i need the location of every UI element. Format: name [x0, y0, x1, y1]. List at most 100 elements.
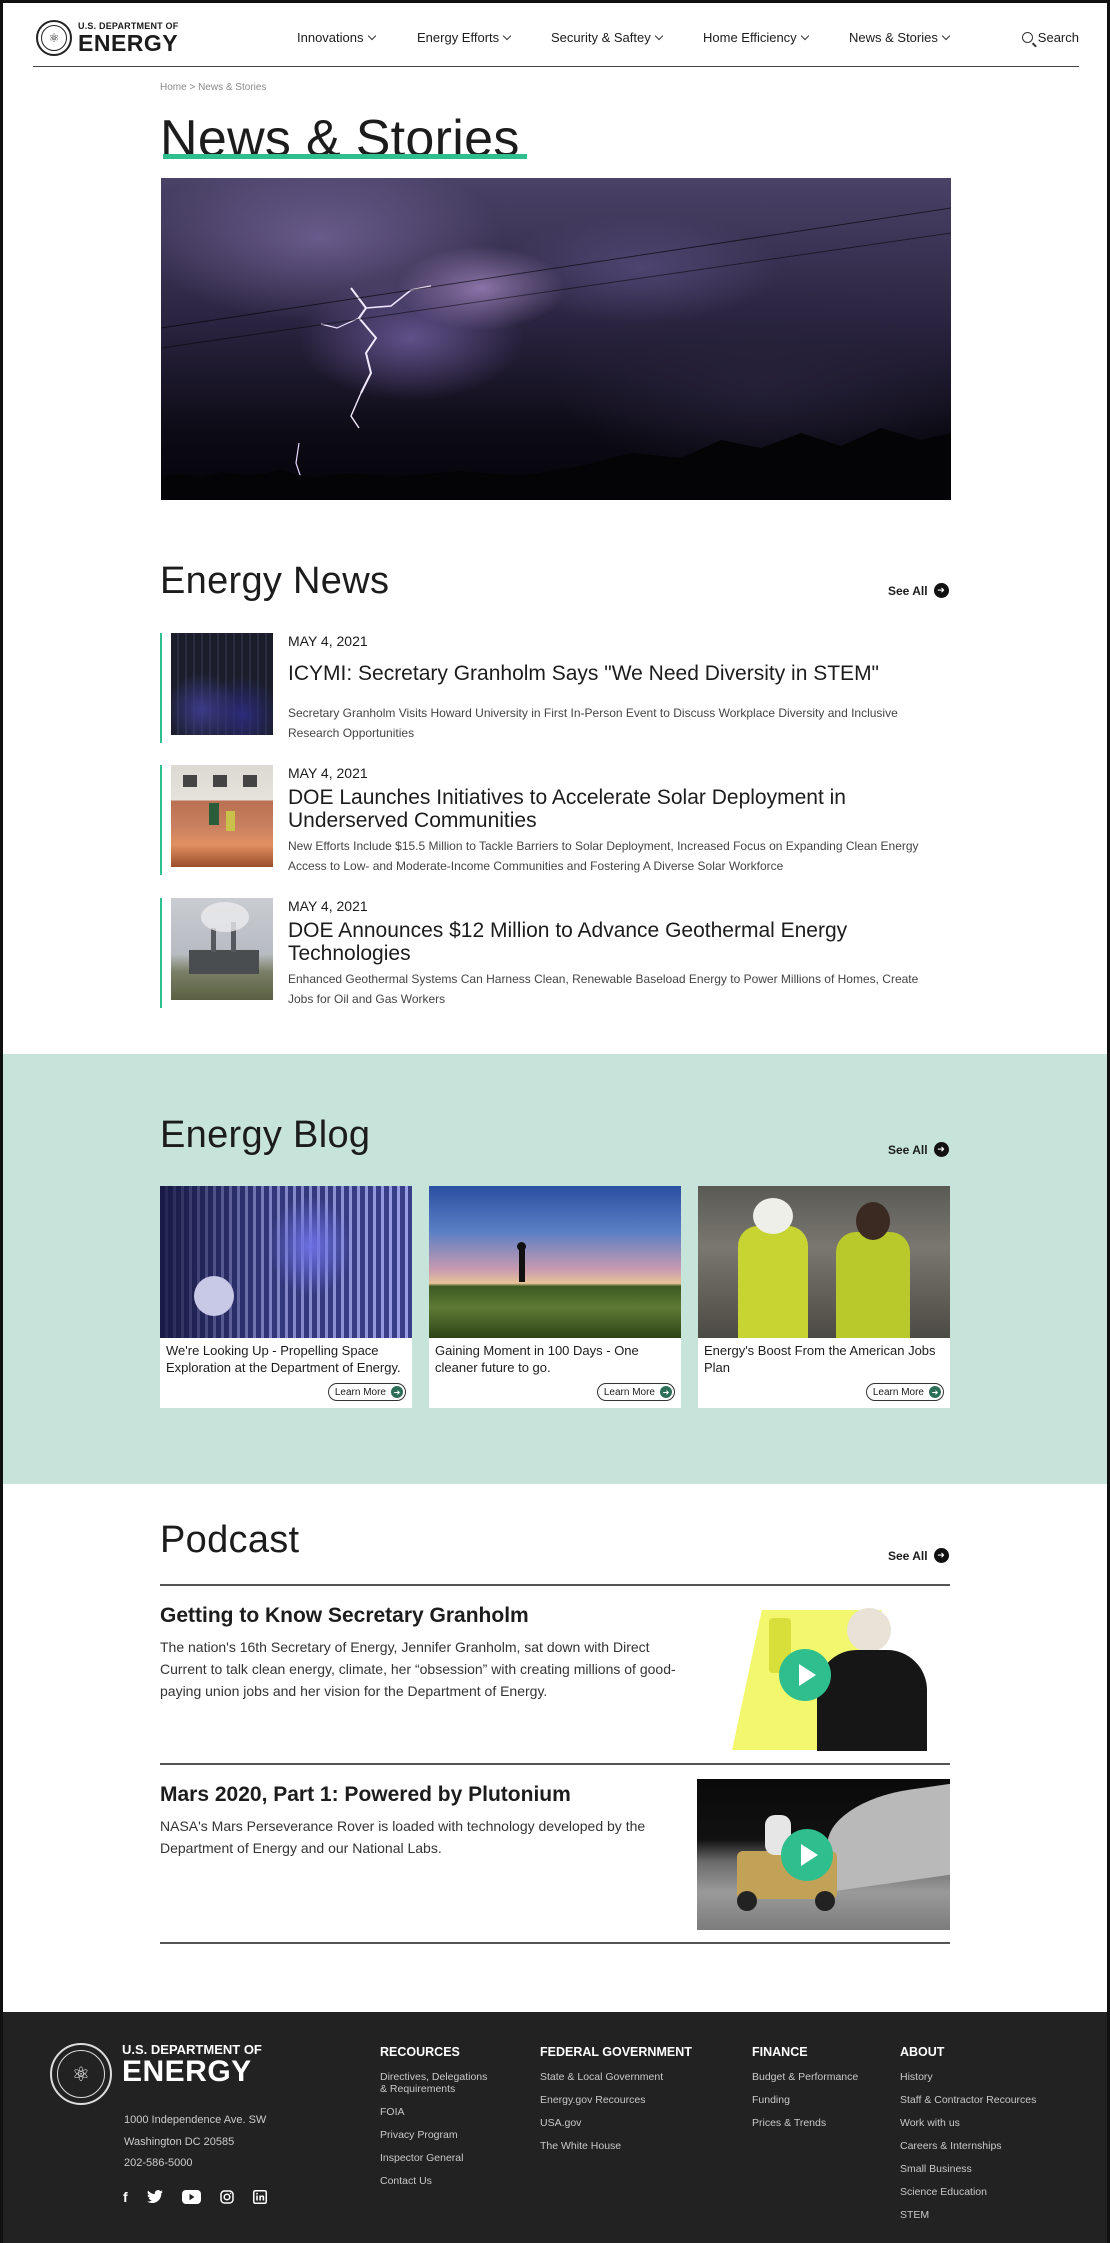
footer-column-finance: FINANCE Budget & Performance Funding Pri…: [752, 2045, 858, 2140]
podcast-episode-description: NASA's Mars Perseverance Rover is loaded…: [160, 1818, 646, 1856]
nav-item-energy-efforts[interactable]: Energy Efforts: [417, 30, 512, 45]
smokestack-shape: [211, 928, 216, 952]
news-date: MAY 4, 2021: [288, 633, 368, 649]
footer-logo-big-text: ENERGY: [122, 2055, 252, 2088]
news-item[interactable]: MAY 4, 2021 DOE Launches Initiatives to …: [160, 765, 950, 875]
facebook-icon[interactable]: f: [123, 2189, 128, 2205]
footer-link[interactable]: Prices & Trends: [752, 2117, 858, 2129]
linkedin-icon[interactable]: [252, 2190, 267, 2204]
footer-link[interactable]: Staff & Contractor Recources: [900, 2094, 1036, 2106]
footer-link[interactable]: The White House: [540, 2140, 692, 2152]
plant-building-shape: [189, 950, 259, 974]
youtube-icon[interactable]: [181, 2190, 201, 2204]
footer-link[interactable]: Work with us: [900, 2117, 1036, 2129]
learn-more-label: Learn More: [872, 1386, 924, 1398]
footer-link[interactable]: Budget & Performance: [752, 2071, 858, 2083]
footer-column-title: FEDERAL GOVERNMENT: [540, 2045, 692, 2059]
window-shape: [243, 775, 257, 787]
footer-link[interactable]: Energy.gov Recources: [540, 2094, 692, 2106]
window-shape: [183, 775, 197, 787]
hero-image: [161, 178, 951, 500]
blog-see-all-link[interactable]: See All ➜: [888, 1142, 949, 1157]
footer-link[interactable]: FOIA: [380, 2106, 495, 2118]
blog-card-title[interactable]: Energy's Boost From the American Jobs Pl…: [704, 1342, 944, 1376]
footer-link[interactable]: Science Education: [900, 2186, 1036, 2198]
doe-seal-icon: ⚛: [36, 20, 72, 56]
play-icon: [800, 1844, 818, 1866]
chevron-down-icon: [502, 31, 512, 40]
footer-address: 1000 Independence Ave. SW Washington DC …: [124, 2110, 266, 2175]
instagram-icon[interactable]: [219, 2190, 234, 2204]
news-thumbnail-geothermal-plant: [171, 898, 273, 1000]
address-line: Washington DC 20585: [124, 2135, 235, 2148]
twitter-icon[interactable]: [146, 2190, 163, 2204]
news-description: Enhanced Geothermal Systems Can Harness …: [288, 972, 919, 1006]
worker-figure: [226, 811, 235, 831]
news-description: New Efforts Include $15.5 Million to Tac…: [288, 839, 919, 873]
worker-head-shape: [856, 1202, 890, 1240]
arrow-right-icon: ➜: [933, 583, 949, 598]
learn-more-button[interactable]: Learn More ➜: [596, 1383, 675, 1401]
blog-card[interactable]: Gaining Moment in 100 Days - One cleaner…: [429, 1186, 681, 1408]
blog-card-title[interactable]: Gaining Moment in 100 Days - One cleaner…: [435, 1342, 675, 1376]
footer-link[interactable]: Careers & Internships: [900, 2140, 1036, 2152]
footer-link[interactable]: STEM: [900, 2209, 1036, 2221]
news-item[interactable]: MAY 4, 2021 ICYMI: Secretary Granholm Sa…: [160, 633, 950, 743]
hard-hat-shape: [753, 1198, 793, 1234]
podcast-divider: [160, 1942, 950, 1944]
worker-vest-shape: [836, 1232, 910, 1338]
footer-link[interactable]: Privacy Program: [380, 2129, 495, 2141]
podcast-episode-title[interactable]: Getting to Know Secretary Granholm: [160, 1604, 529, 1628]
play-button[interactable]: [781, 1829, 833, 1881]
footer-link[interactable]: USA.gov: [540, 2117, 692, 2129]
energy-blog-heading: Energy Blog: [160, 1114, 371, 1156]
learn-more-button[interactable]: Learn More ➜: [865, 1383, 944, 1401]
breadcrumb[interactable]: Home > News & Stories: [160, 82, 950, 93]
blog-card[interactable]: We're Looking Up - Propelling Space Expl…: [160, 1186, 412, 1408]
person-head-shape: [517, 1242, 526, 1251]
see-all-label: See All: [888, 1548, 928, 1563]
footer-link[interactable]: Inspector General: [380, 2152, 495, 2164]
blog-card[interactable]: Energy's Boost From the American Jobs Pl…: [698, 1186, 950, 1408]
arrow-right-icon: ➜: [933, 1142, 949, 1157]
nav-item-innovations[interactable]: Innovations: [297, 30, 376, 45]
lightning-storm-illustration: [161, 207, 951, 500]
footer-link[interactable]: History: [900, 2071, 1036, 2083]
footer-link[interactable]: State & Local Government: [540, 2071, 692, 2083]
rover-wheel-shape: [737, 1891, 757, 1911]
address-line: 1000 Independence Ave. SW: [124, 2114, 267, 2126]
chevron-down-icon: [941, 31, 951, 40]
nav-item-news-stories[interactable]: News & Stories: [849, 30, 951, 45]
phone-number[interactable]: 202-586-5000: [124, 2153, 266, 2175]
arrow-right-icon: ➜: [391, 1386, 403, 1398]
news-title[interactable]: DOE Announces $12 Million to Advance Geo…: [288, 919, 938, 965]
footer-link[interactable]: Directives, Delegations & Requirements: [380, 2071, 495, 2095]
play-button[interactable]: [779, 1649, 831, 1701]
podcast-thumbnail-lunar-rover[interactable]: [697, 1779, 950, 1930]
podcast-thumbnail-granholm[interactable]: [697, 1600, 950, 1751]
arrow-right-icon: ➜: [929, 1386, 941, 1398]
news-see-all-link[interactable]: See All ➜: [888, 583, 949, 598]
news-accent-bar: [160, 633, 162, 743]
podcast-divider: [160, 1584, 950, 1586]
news-thumbnail-audience: [171, 633, 273, 735]
title-underline: [163, 154, 527, 159]
learn-more-button[interactable]: Learn More ➜: [327, 1383, 406, 1401]
news-item[interactable]: MAY 4, 2021 DOE Announces $12 Million to…: [160, 898, 950, 1008]
footer-logo[interactable]: ⚛ U.S. DEPARTMENT OF ENERGY: [50, 2043, 262, 2105]
footer-column-federal-government: FEDERAL GOVERNMENT State & Local Governm…: [540, 2045, 692, 2163]
nav-item-home-efficiency[interactable]: Home Efficiency: [703, 30, 809, 45]
podcast-episode-title[interactable]: Mars 2020, Part 1: Powered by Plutonium: [160, 1783, 571, 1807]
footer-column-title: RECOURCES: [380, 2045, 460, 2059]
search-button[interactable]: Search: [1021, 30, 1079, 45]
news-title[interactable]: DOE Launches Initiatives to Accelerate S…: [288, 786, 938, 832]
podcast-see-all-link[interactable]: See All ➜: [888, 1548, 949, 1563]
nav-item-security-safety[interactable]: Security & Saftey: [551, 30, 663, 45]
doe-logo[interactable]: ⚛ U.S. DEPARTMENT OF ENERGY: [36, 20, 178, 56]
footer-link[interactable]: Funding: [752, 2094, 858, 2106]
blog-card-title[interactable]: We're Looking Up - Propelling Space Expl…: [166, 1342, 406, 1376]
footer-link[interactable]: Contact Us: [380, 2175, 495, 2187]
footer-link[interactable]: Small Business: [900, 2163, 1036, 2175]
chevron-down-icon: [367, 31, 376, 40]
news-title[interactable]: ICYMI: Secretary Granholm Says "We Need …: [288, 662, 938, 685]
